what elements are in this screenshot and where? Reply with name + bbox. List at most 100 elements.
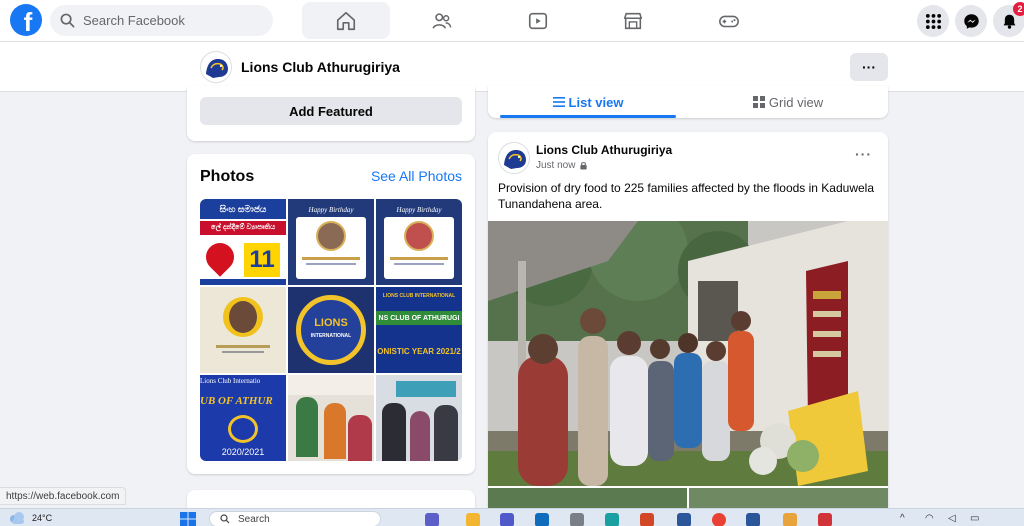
tile-caption: ONISTIC YEAR 2021/2 [377, 347, 461, 356]
tile-line [302, 257, 360, 260]
tile-line [390, 257, 448, 260]
notifications-button[interactable]: 2 [993, 2, 1024, 37]
page-title[interactable]: Lions Club Athurugiriya [241, 59, 400, 75]
photo-tile[interactable] [288, 375, 374, 461]
outlook-app-icon[interactable] [535, 513, 549, 526]
search-icon [220, 514, 230, 524]
tile-line [306, 263, 356, 265]
powerpoint-app-icon[interactable] [640, 513, 654, 526]
photo-tile[interactable]: Lions Club Internatio UB OF ATHUR 2020/2… [200, 375, 286, 461]
person-photo [316, 221, 346, 251]
temperature: 24°C [32, 513, 53, 523]
home-tab[interactable] [302, 2, 390, 39]
photos-card: Photos See All Photos සිංහ සමාජය ලේ දන්ද… [187, 154, 475, 474]
copilot-app-icon[interactable] [425, 513, 439, 526]
post-time-text: Just now [536, 160, 576, 171]
app-icon[interactable] [783, 513, 797, 526]
page-more-options-button[interactable]: ··· [850, 53, 888, 81]
photo-tile[interactable]: LIONS CLUB INTERNATIONAL NS CLUB OF ATHU… [376, 287, 462, 373]
featured-card: Add Featured [187, 86, 475, 141]
photo-tile[interactable] [376, 375, 462, 461]
person-photo [324, 403, 346, 459]
post-text: Provision of dry food to 225 families af… [498, 181, 875, 211]
wifi-icon[interactable]: ◠ [925, 513, 934, 524]
see-all-photos-link[interactable]: See All Photos [371, 168, 462, 184]
tile-line [222, 351, 264, 353]
file-explorer-icon[interactable] [466, 513, 480, 526]
photo-tile[interactable]: සිංහ සමාජය ලේ දන්දීමේ ව්‍යාපෘතිය 11 [200, 199, 286, 285]
edge-browser-icon[interactable] [605, 513, 619, 526]
tile-caption: Happy Birthday [396, 206, 442, 214]
windows-taskbar: 24°C Search ^ ◠ ◁ ▭ [0, 508, 1024, 526]
marketplace-tab[interactable] [589, 2, 677, 39]
photo-tile[interactable]: Happy Birthday [376, 199, 462, 285]
post-photo[interactable] [488, 221, 888, 486]
friends-tab[interactable] [398, 2, 486, 39]
taskbar-search-box[interactable]: Search [209, 511, 381, 526]
post-card: Lions Club Athurugiriya Just now ··· Pro… [488, 132, 888, 526]
tile-caption: INTERNATIONAL [310, 333, 352, 339]
tile-date: 11 [244, 243, 280, 277]
grid-icon [752, 96, 765, 108]
post-timestamp[interactable]: Just now [536, 160, 588, 171]
post-author-name[interactable]: Lions Club Athurugiriya [536, 143, 672, 157]
post-photo-illustration [488, 221, 888, 486]
photo-tile[interactable]: LIONS INTERNATIONAL [288, 287, 374, 373]
photos-heading: Photos [200, 168, 255, 185]
menu-button[interactable] [917, 5, 949, 37]
battery-icon[interactable]: ▭ [970, 513, 979, 524]
tile-caption: ලේ දන්දීමේ ව්‍යාපෘතිය [200, 221, 286, 235]
photo-tile[interactable] [200, 287, 286, 373]
tile-banner [396, 381, 456, 397]
post-author-avatar[interactable] [498, 142, 530, 174]
photo-grid: සිංහ සමාජය ලේ දන්දීමේ ව්‍යාපෘතිය 11 Happ… [200, 199, 462, 461]
page-avatar[interactable] [200, 51, 232, 83]
grid-menu-icon [925, 13, 941, 29]
search-input[interactable] [83, 13, 253, 28]
tile-caption: LIONS CLUB INTERNATIONAL [382, 293, 456, 299]
gamepad-icon [719, 15, 739, 27]
camera-app-icon[interactable] [570, 513, 584, 526]
watch-tab[interactable] [494, 2, 582, 39]
add-featured-button[interactable]: Add Featured [200, 97, 462, 125]
word-app-icon[interactable] [746, 513, 760, 526]
pdf-app-icon[interactable] [818, 513, 832, 526]
search-box[interactable] [50, 5, 273, 36]
marketplace-shop-icon [623, 12, 643, 29]
list-view-label: List view [568, 94, 624, 110]
person-photo [410, 411, 430, 461]
tile-caption: සිංහ සමාජය [200, 199, 286, 219]
tile-caption: Happy Birthday [308, 206, 354, 214]
emblem-ring [296, 295, 366, 365]
search-icon [60, 13, 75, 28]
weather-widget[interactable]: 24°C [8, 511, 52, 525]
photo-tile[interactable]: Happy Birthday [288, 199, 374, 285]
bell-icon [1003, 14, 1015, 29]
person-photo [348, 415, 372, 461]
friends-icon [432, 12, 452, 29]
store-app-icon[interactable] [677, 513, 691, 526]
tile-caption: UB OF ATHUR [200, 395, 273, 407]
person-photo [296, 397, 318, 457]
page-header-bar: Lions Club Athurugiriya ··· [0, 42, 1024, 92]
person-photo [382, 403, 406, 461]
messenger-button[interactable] [955, 5, 987, 37]
tile-stripe [200, 279, 286, 285]
grid-view-tab[interactable]: Grid view [688, 86, 888, 118]
tile-caption: 2020/2021 [221, 447, 265, 457]
list-view-tab[interactable]: List view [488, 86, 688, 118]
chevron-up-icon[interactable]: ^ [900, 513, 905, 524]
volume-icon[interactable]: ◁ [948, 513, 956, 524]
notification-count-badge: 2 [1013, 2, 1024, 16]
person-photo [404, 221, 434, 251]
teams-app-icon[interactable] [500, 513, 514, 526]
messenger-icon [963, 13, 979, 29]
post-more-options-button[interactable]: ··· [855, 146, 872, 162]
windows-start-icon[interactable] [180, 512, 196, 526]
facebook-logo-icon[interactable]: f [10, 4, 42, 36]
grid-view-label: Grid view [768, 94, 824, 110]
tile-caption: Lions Club Internatio [200, 377, 261, 385]
chrome-browser-icon[interactable] [712, 513, 726, 526]
gaming-tab[interactable] [685, 2, 773, 39]
top-navigation-bar: f 2 [0, 0, 1024, 42]
